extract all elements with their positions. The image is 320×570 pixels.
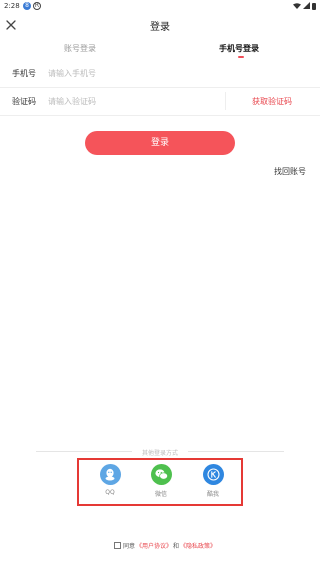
tab-active-indicator [238, 56, 244, 58]
agreement-prefix: 同意 [123, 543, 136, 550]
social-login-box: QQ 微信 酷我 [77, 458, 243, 506]
page-title: 登录 [150, 22, 170, 33]
tab-phone-login[interactable]: 手机号登录 [219, 43, 259, 54]
code-divider [225, 92, 226, 110]
notification-r-badge: R [33, 2, 41, 10]
code-row: 验证码 获取验证码 [0, 88, 320, 116]
agreement-checkbox[interactable] [114, 542, 121, 549]
login-tabs: 账号登录 手机号登录 [0, 40, 320, 62]
kuwo-login-button[interactable]: 酷我 [198, 464, 228, 498]
battery-icon [312, 3, 316, 10]
privacy-policy-link[interactable]: 《隐私政策》 [180, 541, 216, 550]
signal-icon [303, 2, 310, 11]
qq-login-button[interactable]: QQ [95, 464, 125, 496]
wechat-login-button[interactable]: 微信 [146, 464, 176, 498]
phone-row: 手机号 [0, 60, 320, 88]
wifi-icon [293, 2, 301, 11]
wechat-icon [150, 464, 172, 485]
agreement-and: 和 [173, 543, 180, 550]
agreement: 同意 《用户协议》 和 《隐私政策》 [114, 541, 216, 550]
kuwo-label: 酷我 [206, 491, 219, 498]
find-account-link[interactable]: 找回账号 [274, 166, 306, 177]
phone-input[interactable] [48, 65, 298, 81]
header: 登录 [0, 12, 320, 38]
login-button[interactable]: 登录 [85, 131, 235, 155]
qq-icon [99, 464, 121, 485]
get-code-button[interactable]: 获取验证码 [252, 96, 292, 107]
status-icons [293, 2, 316, 11]
wechat-label: 微信 [154, 491, 167, 498]
code-label: 验证码 [12, 97, 36, 106]
divider-line-right [188, 451, 284, 452]
qq-label: QQ [105, 489, 115, 496]
tab-account-login[interactable]: 账号登录 [64, 43, 96, 54]
user-agreement-link[interactable]: 《用户协议》 [136, 541, 172, 550]
other-login-title: 其他登录方式 [141, 450, 178, 457]
status-time: 2:28 [4, 2, 20, 10]
status-bar: 2:28 8 R [0, 0, 320, 12]
notification-badge: 8 [23, 2, 31, 10]
phone-label: 手机号 [12, 69, 36, 78]
k-icon [202, 464, 224, 485]
other-login-divider: 其他登录方式 [36, 446, 284, 458]
code-input[interactable] [48, 93, 218, 109]
